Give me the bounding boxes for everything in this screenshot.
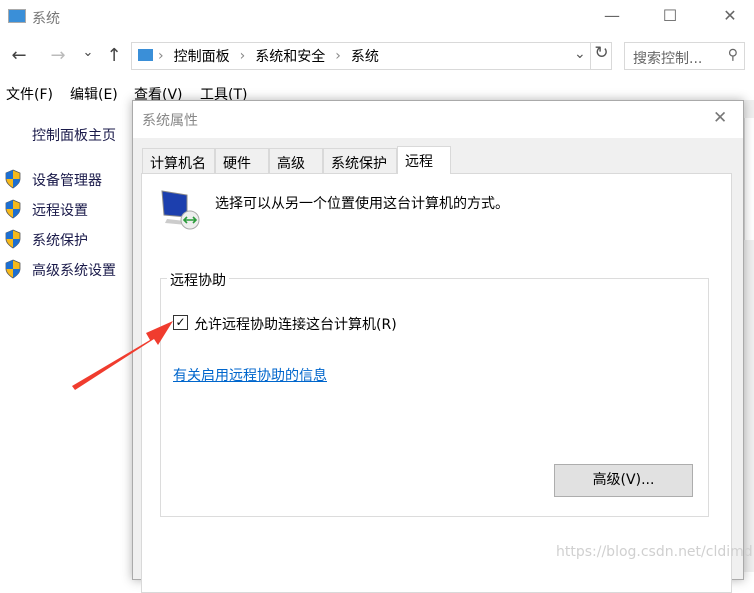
forward-icon[interactable]: → xyxy=(48,45,68,66)
chevron-right-icon: › xyxy=(335,48,341,64)
sidebar-item-system-protection[interactable]: 系统保护 xyxy=(32,230,88,250)
tab-hardware[interactable]: 硬件 xyxy=(215,148,269,173)
remote-tab-panel: 选择可以从另一个位置使用这台计算机的方式。 远程协助 ✓ 允许远程协助连接这台计… xyxy=(141,173,732,593)
chevron-right-icon: › xyxy=(158,48,164,64)
address-dropdown-icon[interactable]: ⌄ xyxy=(574,46,586,62)
computer-icon xyxy=(138,49,153,61)
tab-advanced[interactable]: 高级 xyxy=(269,148,323,173)
app-icon xyxy=(8,9,26,23)
sidebar-item-remote-settings[interactable]: 远程设置 xyxy=(32,200,88,220)
breadcrumb-item[interactable]: 控制面板 xyxy=(174,46,230,66)
sidebar-home-link[interactable]: 控制面板主页 xyxy=(32,125,116,145)
tab-computer-name[interactable]: 计算机名 xyxy=(142,148,215,173)
menu-file[interactable]: 文件(F) xyxy=(6,84,53,104)
window-title: 系统 xyxy=(32,11,60,27)
advanced-button[interactable]: 高级(V)... xyxy=(554,464,693,497)
dialog-titlebar: 系统属性 ✕ xyxy=(133,101,743,138)
sidebar-item-device-manager[interactable]: 设备管理器 xyxy=(32,170,102,190)
search-icon: ⚲ xyxy=(727,47,738,63)
back-icon[interactable]: ← xyxy=(9,45,29,66)
shield-icon xyxy=(5,229,21,249)
scrollbar-thumb[interactable] xyxy=(744,118,754,240)
remote-assistance-group: 远程协助 ✓ 允许远程协助连接这台计算机(R) 有关启用远程协助的信息 高级(V… xyxy=(160,270,709,517)
up-icon[interactable]: ↑ xyxy=(104,45,124,66)
watermark: https://blog.csdn.net/cldimd xyxy=(556,544,753,560)
remote-assistance-info-link[interactable]: 有关启用远程协助的信息 xyxy=(173,365,327,385)
search-input[interactable]: 搜索控制... ⚲ xyxy=(624,42,745,70)
address-bar[interactable]: › 控制面板 › 系统和安全 › 系统 ⌄ ↻ xyxy=(131,42,612,70)
close-button[interactable]: ✕ xyxy=(715,4,745,28)
dialog-title: 系统属性 xyxy=(142,113,198,129)
dialog-close-icon[interactable]: ✕ xyxy=(713,108,727,128)
allow-remote-assistance-checkbox[interactable]: ✓ xyxy=(173,315,188,330)
recent-locations-icon[interactable]: ⌄ xyxy=(78,45,98,60)
remote-description: 选择可以从另一个位置使用这台计算机的方式。 xyxy=(215,196,509,212)
menu-edit[interactable]: 编辑(E) xyxy=(70,84,118,104)
group-title: 远程协助 xyxy=(167,270,229,290)
system-properties-dialog: 系统属性 ✕ 计算机名 硬件 高级 系统保护 远程 选择可以从另一个位置使用这台… xyxy=(132,100,744,593)
shield-icon xyxy=(5,169,21,189)
maximize-button[interactable]: ☐ xyxy=(655,4,685,28)
minimize-button[interactable]: — xyxy=(597,4,627,28)
checkbox-label[interactable]: 允许远程协助连接这台计算机(R) xyxy=(194,314,397,334)
breadcrumb-item[interactable]: 系统和安全 xyxy=(255,46,325,66)
tab-remote[interactable]: 远程 xyxy=(397,146,451,174)
shield-icon xyxy=(5,259,21,279)
chevron-right-icon: › xyxy=(239,48,246,64)
tab-system-protection[interactable]: 系统保护 xyxy=(323,148,397,173)
shield-icon xyxy=(5,199,21,219)
refresh-icon[interactable]: ↻ xyxy=(590,43,612,69)
sidebar-item-advanced-settings[interactable]: 高级系统设置 xyxy=(32,260,116,280)
breadcrumb-item[interactable]: 系统 xyxy=(351,46,379,66)
remote-computer-icon xyxy=(161,190,200,230)
